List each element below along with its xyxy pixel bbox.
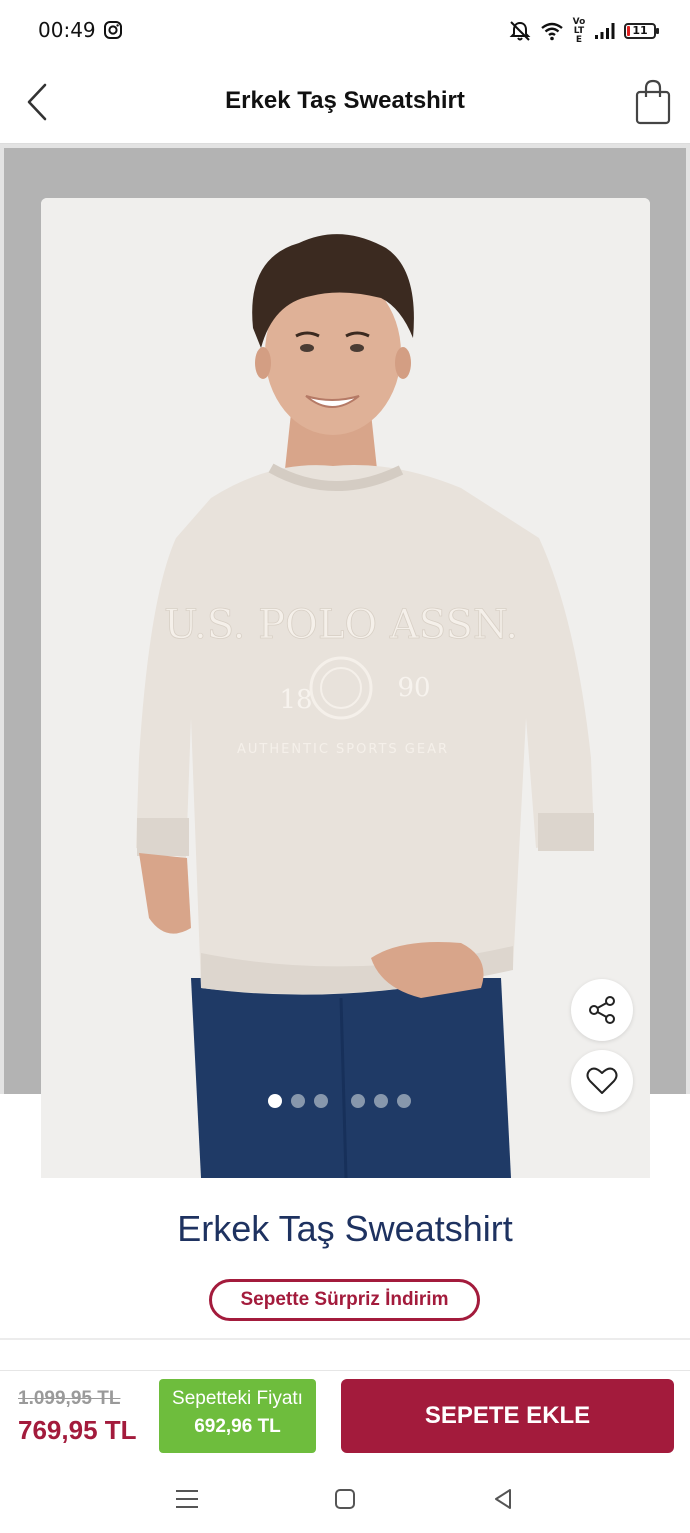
share-icon bbox=[589, 996, 615, 1024]
home-icon[interactable] bbox=[330, 1484, 360, 1514]
gallery-pagination bbox=[268, 1094, 411, 1108]
status-icons: Vo LTE 11 bbox=[508, 16, 659, 45]
mute-icon bbox=[509, 21, 531, 41]
pagination-dot[interactable] bbox=[351, 1094, 365, 1108]
battery-level: 11 bbox=[632, 24, 648, 37]
favorite-button[interactable] bbox=[571, 1050, 633, 1112]
basket-price-value: 692,96 TL bbox=[194, 1416, 281, 1437]
divider bbox=[0, 1338, 690, 1340]
promo-badge[interactable]: Sepette Sürpriz İndirim bbox=[209, 1279, 480, 1321]
status-time: 00:49 bbox=[38, 18, 96, 42]
current-price: 769,95 TL bbox=[18, 1415, 137, 1445]
pagination-dot[interactable] bbox=[291, 1094, 305, 1108]
status-bar: 00:49 Vo LTE 11 bbox=[0, 0, 690, 60]
print-tagline: AUTHENTIC SPORTS GEAR bbox=[237, 742, 449, 757]
instagram-icon bbox=[104, 21, 122, 39]
signal-icon bbox=[595, 23, 615, 39]
print-year-left: 18 bbox=[279, 685, 312, 715]
shopping-bag-icon[interactable] bbox=[634, 78, 672, 126]
network-type: Vo LTE bbox=[572, 16, 586, 45]
app-header: Erkek Taş Sweatshirt bbox=[0, 60, 690, 144]
heart-icon bbox=[586, 1067, 618, 1094]
system-nav-bar bbox=[0, 1462, 690, 1533]
product-name: Erkek Taş Sweatshirt bbox=[177, 1208, 513, 1249]
old-price: 1.099,95 TL bbox=[18, 1388, 121, 1409]
menu-icon[interactable] bbox=[172, 1484, 202, 1514]
basket-price-box: Sepetteki Fiyatı 692,96 TL bbox=[159, 1379, 316, 1453]
wifi-icon bbox=[541, 22, 563, 41]
add-to-cart-button[interactable]: SEPETE EKLE bbox=[341, 1379, 674, 1453]
product-image[interactable]: U.S. POLO ASSN. 18 90 AUTHENTIC SPORTS G… bbox=[41, 198, 650, 1178]
back-icon[interactable] bbox=[488, 1484, 518, 1514]
basket-price-label: Sepetteki Fiyatı bbox=[172, 1388, 303, 1409]
page-title: Erkek Taş Sweatshirt bbox=[225, 87, 465, 114]
share-button[interactable] bbox=[571, 979, 633, 1041]
pagination-dot-active[interactable] bbox=[268, 1094, 282, 1108]
pagination-dot[interactable] bbox=[314, 1094, 328, 1108]
pagination-dot[interactable] bbox=[397, 1094, 411, 1108]
pagination-dot[interactable] bbox=[374, 1094, 388, 1108]
print-brand: U.S. POLO ASSN. bbox=[164, 602, 518, 648]
battery-icon: 11 bbox=[624, 23, 659, 39]
print-year-right: 90 bbox=[397, 673, 430, 703]
product-photo: U.S. POLO ASSN. 18 90 AUTHENTIC SPORTS G… bbox=[41, 198, 650, 1178]
